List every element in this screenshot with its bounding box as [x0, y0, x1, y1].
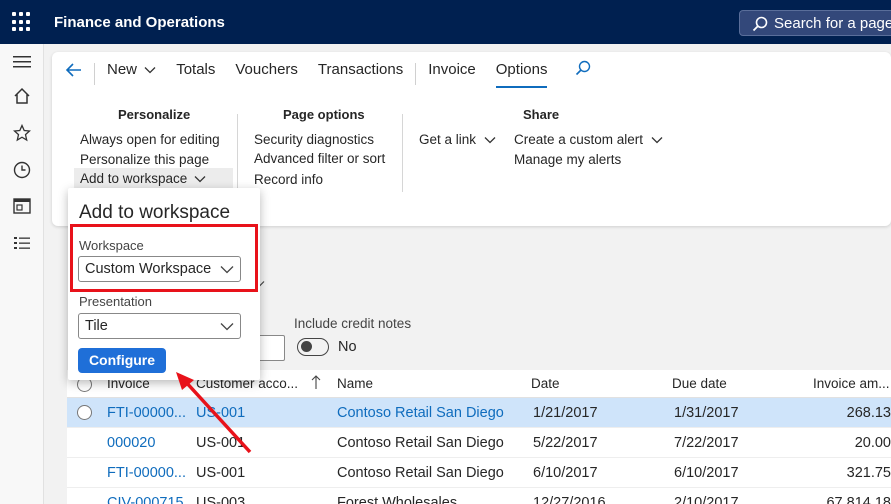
- home-icon[interactable]: [12, 86, 32, 106]
- group-page-options-title: Page options: [283, 107, 365, 122]
- security-diagnostics[interactable]: Security diagnostics: [254, 132, 374, 147]
- search-icon: [576, 60, 591, 76]
- chevron-down-icon: [651, 137, 663, 144]
- record-info[interactable]: Record info: [254, 172, 323, 187]
- workspace-icon[interactable]: [12, 196, 32, 216]
- create-custom-alert-label: Create a custom alert: [514, 132, 644, 147]
- get-a-link-label: Get a link: [419, 132, 477, 147]
- invoice-link[interactable]: FTI-00000...: [107, 465, 186, 481]
- chevron-down-icon: [144, 67, 156, 74]
- back-arrow-icon[interactable]: [64, 60, 84, 83]
- due-date: 7/22/2017: [674, 435, 739, 451]
- tab-transactions[interactable]: Transactions: [308, 60, 413, 88]
- tab-totals[interactable]: Totals: [166, 60, 225, 88]
- left-nav: [0, 44, 44, 504]
- invoice-amount: 268.13: [846, 405, 891, 421]
- chevron-down-icon: [194, 176, 206, 183]
- customer-name: Contoso Retail San Diego: [337, 435, 504, 451]
- tab-separator: [94, 63, 95, 85]
- tab-vouchers[interactable]: Vouchers: [225, 60, 308, 88]
- table-row[interactable]: CIV-000715 US-003 Forest Wholesales 12/2…: [67, 488, 891, 504]
- include-credit-notes-label: Include credit notes: [294, 316, 412, 331]
- customer-name: Forest Wholesales: [337, 495, 458, 504]
- create-custom-alert[interactable]: Create a custom alert: [514, 132, 663, 147]
- star-icon[interactable]: [12, 123, 32, 143]
- presentation-dropdown[interactable]: Tile: [78, 313, 241, 339]
- add-to-workspace-label: Add to workspace: [80, 171, 188, 186]
- annotation-arrow: [176, 372, 252, 454]
- always-open-editing[interactable]: Always open for editing: [80, 132, 220, 147]
- col-name[interactable]: Name: [337, 376, 373, 391]
- app-launcher-icon[interactable]: [12, 12, 32, 32]
- table-row[interactable]: FTI-00000... US-001 Contoso Retail San D…: [67, 458, 891, 488]
- tab-new[interactable]: New: [97, 60, 166, 88]
- invoice-link[interactable]: CIV-000715: [107, 495, 184, 504]
- configure-button[interactable]: Configure: [78, 348, 166, 373]
- app-title[interactable]: Finance and Operations: [54, 14, 225, 31]
- top-bar: Finance and Operations Search for a page: [0, 0, 891, 44]
- invoice-date: 1/21/2017: [533, 405, 598, 421]
- manage-my-alerts[interactable]: Manage my alerts: [514, 152, 621, 167]
- customer-account: US-001: [196, 465, 246, 481]
- hamburger-icon[interactable]: [12, 52, 32, 72]
- include-credit-notes-value: No: [338, 339, 357, 355]
- get-a-link[interactable]: Get a link: [419, 132, 496, 147]
- advanced-filter-sort[interactable]: Advanced filter or sort: [254, 151, 385, 166]
- tab-invoice[interactable]: Invoice: [418, 60, 486, 88]
- invoice-date: 6/10/2017: [533, 465, 598, 481]
- tab-separator: [415, 63, 417, 85]
- due-date: 1/31/2017: [674, 405, 739, 421]
- invoice-amount: 321.75: [846, 465, 891, 481]
- invoice-link[interactable]: 000020: [107, 435, 155, 451]
- invoice-date: 5/22/2017: [533, 435, 598, 451]
- search-placeholder: Search for a page: [774, 15, 891, 32]
- row-select-radio[interactable]: [77, 405, 92, 420]
- group-share-title: Share: [523, 107, 560, 122]
- chevron-down-icon: [220, 323, 234, 331]
- highlight-annotation-box: [70, 224, 258, 292]
- presentation-value: Tile: [85, 318, 108, 334]
- personalize-page[interactable]: Personalize this page: [80, 152, 209, 167]
- search-box[interactable]: Search for a page: [739, 10, 891, 36]
- group-personalize-title: Personalize: [118, 107, 191, 122]
- invoice-amount: 67,814.18: [826, 495, 891, 504]
- tab-options[interactable]: Options: [486, 60, 558, 88]
- action-tabs: New Totals Vouchers Transactions Invoice…: [92, 60, 601, 88]
- customer-name: Contoso Retail San Diego: [337, 465, 504, 481]
- due-date: 2/10/2017: [674, 495, 739, 504]
- chevron-down-icon: [484, 137, 496, 144]
- sort-ascending-icon: [311, 375, 321, 389]
- add-to-workspace[interactable]: Add to workspace: [74, 168, 233, 190]
- ribbon-search[interactable]: [557, 60, 601, 88]
- tab-new-label: New: [107, 61, 138, 78]
- group-separator: [402, 114, 403, 192]
- clock-icon[interactable]: [12, 160, 32, 180]
- invoice-amount: 20.00: [854, 435, 891, 451]
- customer-account: US-003: [196, 495, 246, 504]
- customer-name-link[interactable]: Contoso Retail San Diego: [337, 405, 504, 421]
- col-date[interactable]: Date: [531, 376, 560, 391]
- col-invoice-amount[interactable]: Invoice am...: [813, 376, 890, 391]
- invoice-date: 12/27/2016: [533, 495, 606, 504]
- col-due-date[interactable]: Due date: [672, 376, 727, 391]
- include-credit-notes-toggle[interactable]: [297, 338, 329, 356]
- flyout-title: Add to workspace: [79, 202, 231, 223]
- modules-icon[interactable]: [12, 233, 32, 253]
- presentation-label: Presentation: [79, 294, 152, 309]
- due-date: 6/10/2017: [674, 465, 739, 481]
- search-icon: [752, 16, 768, 32]
